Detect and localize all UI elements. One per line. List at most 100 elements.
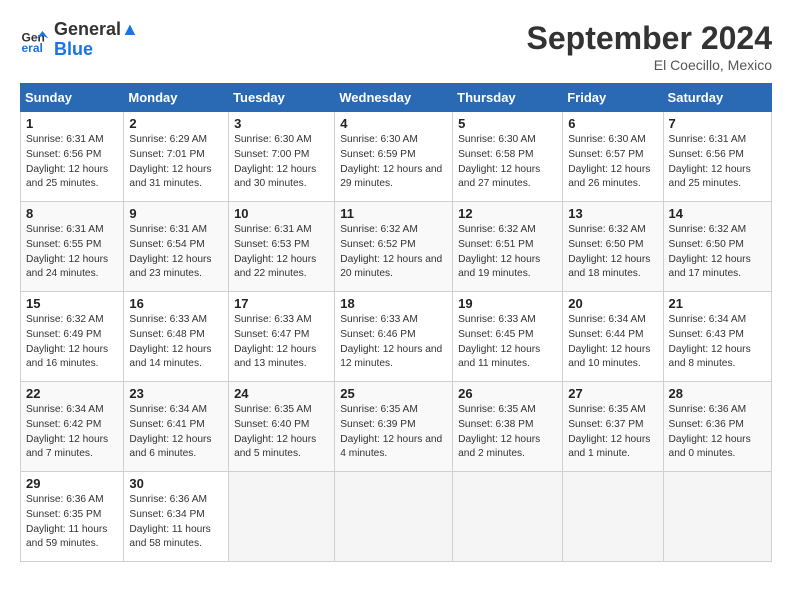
- day-number: 27: [568, 386, 657, 401]
- day-number: 28: [669, 386, 766, 401]
- calendar-cell: 25 Sunrise: 6:35 AMSunset: 6:39 PMDaylig…: [335, 382, 453, 472]
- month-title: September 2024: [527, 20, 772, 57]
- day-number: 13: [568, 206, 657, 221]
- day-number: 25: [340, 386, 447, 401]
- day-info: Sunrise: 6:31 AMSunset: 6:55 PMDaylight:…: [26, 223, 118, 282]
- day-info: Sunrise: 6:30 AMSunset: 6:59 PMDaylight:…: [340, 133, 447, 192]
- calendar-cell: 18 Sunrise: 6:33 AMSunset: 6:46 PMDaylig…: [335, 292, 453, 382]
- day-info: Sunrise: 6:32 AMSunset: 6:50 PMDaylight:…: [669, 223, 766, 282]
- day-number: 2: [129, 116, 223, 131]
- logo-line1: General▲: [54, 20, 139, 40]
- calendar-cell: 15 Sunrise: 6:32 AMSunset: 6:49 PMDaylig…: [21, 292, 124, 382]
- col-sunday: Sunday: [21, 84, 124, 112]
- day-info: Sunrise: 6:34 AMSunset: 6:42 PMDaylight:…: [26, 403, 118, 462]
- day-info: Sunrise: 6:33 AMSunset: 6:48 PMDaylight:…: [129, 313, 223, 372]
- day-info: Sunrise: 6:34 AMSunset: 6:44 PMDaylight:…: [568, 313, 657, 372]
- day-number: 12: [458, 206, 557, 221]
- day-info: Sunrise: 6:34 AMSunset: 6:41 PMDaylight:…: [129, 403, 223, 462]
- calendar-cell: 17 Sunrise: 6:33 AMSunset: 6:47 PMDaylig…: [229, 292, 335, 382]
- calendar-cell: 20 Sunrise: 6:34 AMSunset: 6:44 PMDaylig…: [563, 292, 663, 382]
- calendar-cell: 12 Sunrise: 6:32 AMSunset: 6:51 PMDaylig…: [453, 202, 563, 292]
- logo: Gen eral General▲ Blue: [20, 20, 139, 60]
- day-info: Sunrise: 6:31 AMSunset: 6:56 PMDaylight:…: [26, 133, 118, 192]
- day-number: 18: [340, 296, 447, 311]
- day-number: 29: [26, 476, 118, 491]
- location: El Coecillo, Mexico: [527, 57, 772, 73]
- calendar-cell: 8 Sunrise: 6:31 AMSunset: 6:55 PMDayligh…: [21, 202, 124, 292]
- calendar-cell: 9 Sunrise: 6:31 AMSunset: 6:54 PMDayligh…: [124, 202, 229, 292]
- col-monday: Monday: [124, 84, 229, 112]
- calendar-week-row: 29 Sunrise: 6:36 AMSunset: 6:35 PMDaylig…: [21, 472, 772, 562]
- day-number: 19: [458, 296, 557, 311]
- calendar-week-row: 1 Sunrise: 6:31 AMSunset: 6:56 PMDayligh…: [21, 112, 772, 202]
- day-number: 22: [26, 386, 118, 401]
- day-number: 24: [234, 386, 329, 401]
- calendar-cell: 19 Sunrise: 6:33 AMSunset: 6:45 PMDaylig…: [453, 292, 563, 382]
- calendar-week-row: 8 Sunrise: 6:31 AMSunset: 6:55 PMDayligh…: [21, 202, 772, 292]
- day-number: 21: [669, 296, 766, 311]
- day-number: 1: [26, 116, 118, 131]
- calendar-cell: [229, 472, 335, 562]
- day-info: Sunrise: 6:30 AMSunset: 6:58 PMDaylight:…: [458, 133, 557, 192]
- day-info: Sunrise: 6:32 AMSunset: 6:49 PMDaylight:…: [26, 313, 118, 372]
- day-number: 17: [234, 296, 329, 311]
- col-wednesday: Wednesday: [335, 84, 453, 112]
- calendar-cell: 28 Sunrise: 6:36 AMSunset: 6:36 PMDaylig…: [663, 382, 771, 472]
- day-number: 10: [234, 206, 329, 221]
- calendar-cell: 26 Sunrise: 6:35 AMSunset: 6:38 PMDaylig…: [453, 382, 563, 472]
- day-info: Sunrise: 6:33 AMSunset: 6:45 PMDaylight:…: [458, 313, 557, 372]
- day-number: 30: [129, 476, 223, 491]
- col-thursday: Thursday: [453, 84, 563, 112]
- day-info: Sunrise: 6:35 AMSunset: 6:37 PMDaylight:…: [568, 403, 657, 462]
- calendar-cell: 5 Sunrise: 6:30 AMSunset: 6:58 PMDayligh…: [453, 112, 563, 202]
- logo-icon: Gen eral: [20, 25, 50, 55]
- calendar-week-row: 22 Sunrise: 6:34 AMSunset: 6:42 PMDaylig…: [21, 382, 772, 472]
- day-number: 5: [458, 116, 557, 131]
- day-info: Sunrise: 6:30 AMSunset: 7:00 PMDaylight:…: [234, 133, 329, 192]
- day-number: 4: [340, 116, 447, 131]
- calendar-cell: 29 Sunrise: 6:36 AMSunset: 6:35 PMDaylig…: [21, 472, 124, 562]
- calendar-header-row: Sunday Monday Tuesday Wednesday Thursday…: [21, 84, 772, 112]
- day-number: 7: [669, 116, 766, 131]
- svg-text:eral: eral: [22, 41, 43, 55]
- day-number: 26: [458, 386, 557, 401]
- calendar-cell: 27 Sunrise: 6:35 AMSunset: 6:37 PMDaylig…: [563, 382, 663, 472]
- day-info: Sunrise: 6:29 AMSunset: 7:01 PMDaylight:…: [129, 133, 223, 192]
- calendar-cell: 14 Sunrise: 6:32 AMSunset: 6:50 PMDaylig…: [663, 202, 771, 292]
- calendar-cell: 11 Sunrise: 6:32 AMSunset: 6:52 PMDaylig…: [335, 202, 453, 292]
- day-info: Sunrise: 6:31 AMSunset: 6:53 PMDaylight:…: [234, 223, 329, 282]
- calendar-cell: 10 Sunrise: 6:31 AMSunset: 6:53 PMDaylig…: [229, 202, 335, 292]
- calendar-cell: 3 Sunrise: 6:30 AMSunset: 7:00 PMDayligh…: [229, 112, 335, 202]
- col-saturday: Saturday: [663, 84, 771, 112]
- calendar-cell: 24 Sunrise: 6:35 AMSunset: 6:40 PMDaylig…: [229, 382, 335, 472]
- calendar-cell: 7 Sunrise: 6:31 AMSunset: 6:56 PMDayligh…: [663, 112, 771, 202]
- day-number: 23: [129, 386, 223, 401]
- calendar-cell: 1 Sunrise: 6:31 AMSunset: 6:56 PMDayligh…: [21, 112, 124, 202]
- page-header: Gen eral General▲ Blue September 2024 El…: [20, 20, 772, 73]
- calendar-cell: [453, 472, 563, 562]
- calendar-cell: 16 Sunrise: 6:33 AMSunset: 6:48 PMDaylig…: [124, 292, 229, 382]
- calendar-cell: 23 Sunrise: 6:34 AMSunset: 6:41 PMDaylig…: [124, 382, 229, 472]
- day-number: 14: [669, 206, 766, 221]
- calendar-cell: [563, 472, 663, 562]
- day-info: Sunrise: 6:31 AMSunset: 6:54 PMDaylight:…: [129, 223, 223, 282]
- day-number: 20: [568, 296, 657, 311]
- day-number: 15: [26, 296, 118, 311]
- day-number: 16: [129, 296, 223, 311]
- day-info: Sunrise: 6:36 AMSunset: 6:34 PMDaylight:…: [129, 493, 223, 552]
- day-info: Sunrise: 6:32 AMSunset: 6:52 PMDaylight:…: [340, 223, 447, 282]
- day-number: 11: [340, 206, 447, 221]
- calendar-cell: 13 Sunrise: 6:32 AMSunset: 6:50 PMDaylig…: [563, 202, 663, 292]
- day-number: 9: [129, 206, 223, 221]
- day-info: Sunrise: 6:34 AMSunset: 6:43 PMDaylight:…: [669, 313, 766, 372]
- day-info: Sunrise: 6:31 AMSunset: 6:56 PMDaylight:…: [669, 133, 766, 192]
- day-info: Sunrise: 6:33 AMSunset: 6:47 PMDaylight:…: [234, 313, 329, 372]
- calendar-cell: 30 Sunrise: 6:36 AMSunset: 6:34 PMDaylig…: [124, 472, 229, 562]
- calendar-cell: [663, 472, 771, 562]
- day-info: Sunrise: 6:35 AMSunset: 6:38 PMDaylight:…: [458, 403, 557, 462]
- calendar-cell: 4 Sunrise: 6:30 AMSunset: 6:59 PMDayligh…: [335, 112, 453, 202]
- day-number: 6: [568, 116, 657, 131]
- day-info: Sunrise: 6:36 AMSunset: 6:36 PMDaylight:…: [669, 403, 766, 462]
- calendar-cell: 2 Sunrise: 6:29 AMSunset: 7:01 PMDayligh…: [124, 112, 229, 202]
- calendar-cell: 21 Sunrise: 6:34 AMSunset: 6:43 PMDaylig…: [663, 292, 771, 382]
